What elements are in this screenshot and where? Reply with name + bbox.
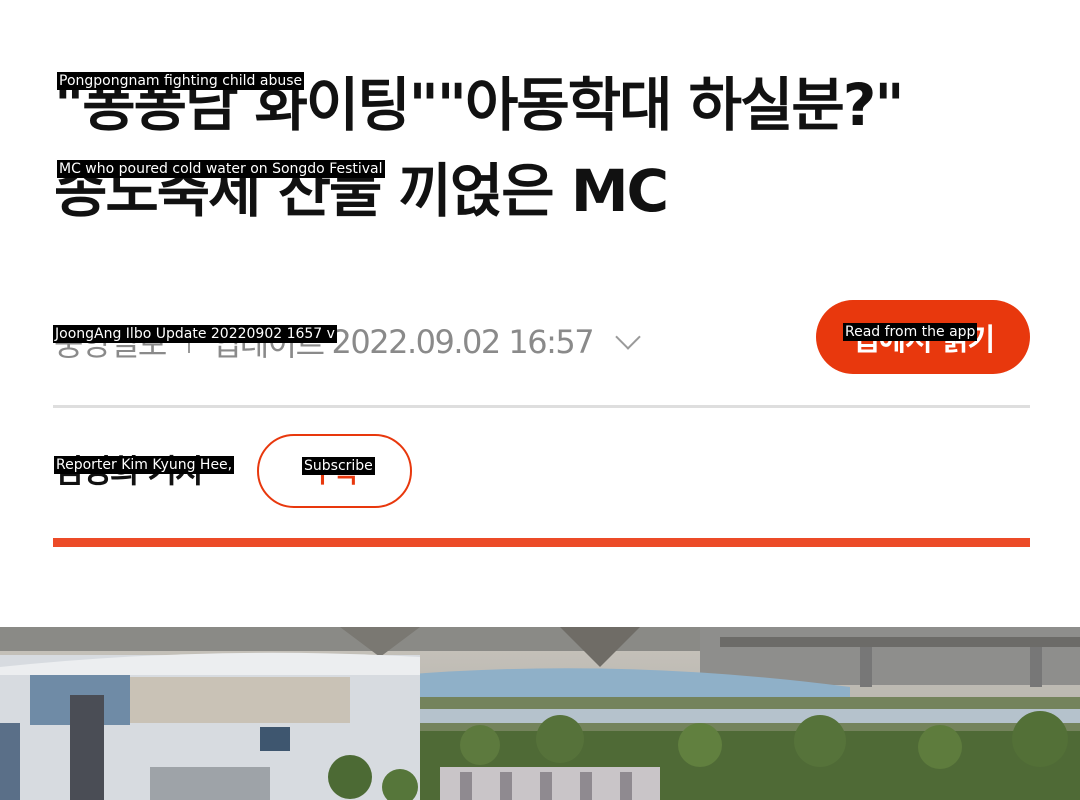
chevron-down-icon[interactable] xyxy=(615,324,641,350)
translation-subscribe: Subscribe xyxy=(302,457,375,475)
translation-meta: JoongAng Ilbo Update 20220902 1657 v xyxy=(53,325,337,343)
update-date: 2022.09.02 16:57 xyxy=(331,323,595,361)
translation-app-button: Read from the app xyxy=(843,323,978,341)
translation-headline-line-2: MC who poured cold water on Songdo Festi… xyxy=(57,160,385,178)
translation-headline-line-1: Pongpongnam fighting child abuse xyxy=(57,72,305,90)
article-photo xyxy=(0,627,1080,800)
translation-reporter: Reporter Kim Kyung Hee, xyxy=(54,456,235,474)
meta-divider xyxy=(53,405,1030,408)
accent-divider xyxy=(53,538,1030,547)
